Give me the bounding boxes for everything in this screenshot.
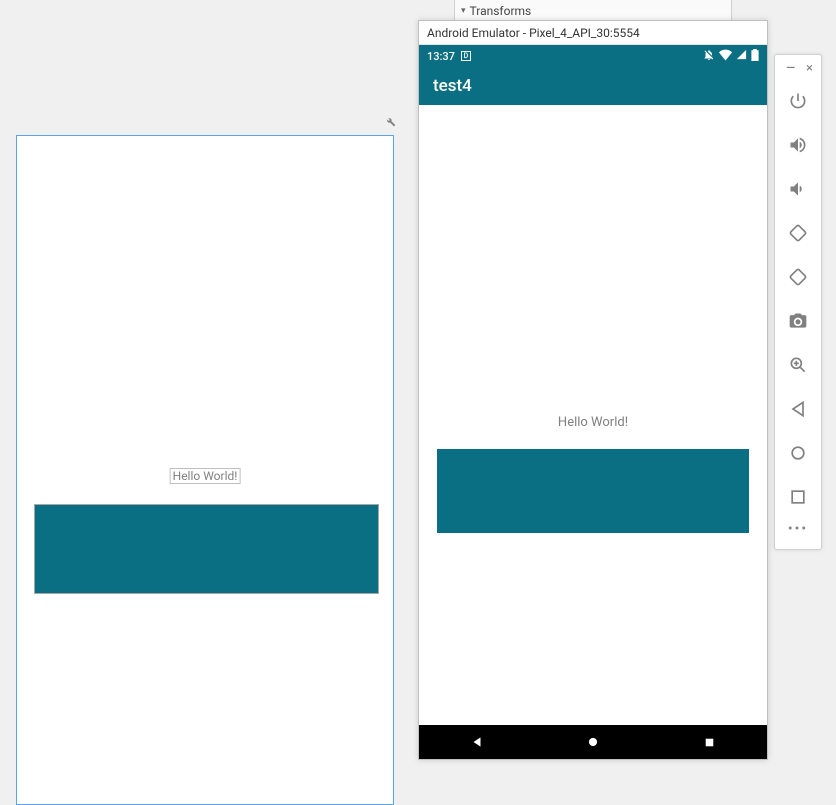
back-button[interactable] xyxy=(775,387,821,431)
nav-back-icon[interactable] xyxy=(469,734,485,750)
nav-home-icon[interactable] xyxy=(585,734,601,750)
volume-up-button[interactable] xyxy=(775,123,821,167)
more-button[interactable]: ••• xyxy=(775,519,821,539)
statusbar-time: 13:37 xyxy=(427,50,455,63)
hello-world-text: Hello World! xyxy=(419,415,767,430)
preview-textview[interactable]: Hello World! xyxy=(170,468,241,484)
teal-view[interactable] xyxy=(437,449,749,533)
emulator-toolbar: – × ••• xyxy=(774,54,822,550)
android-navbar xyxy=(419,725,767,759)
close-icon[interactable]: × xyxy=(806,61,813,76)
zoom-button[interactable] xyxy=(775,343,821,387)
transforms-label: Transforms xyxy=(470,4,532,18)
minimize-icon[interactable]: – xyxy=(786,64,797,72)
wrench-icon[interactable] xyxy=(384,115,396,131)
chevron-down-icon: ▾ xyxy=(461,6,466,16)
signal-icon xyxy=(736,49,747,63)
power-button[interactable] xyxy=(775,79,821,123)
battery-icon xyxy=(751,49,759,64)
rotate-left-button[interactable] xyxy=(775,211,821,255)
transforms-panel-header[interactable]: ▾ Transforms xyxy=(454,0,732,22)
preview-surface[interactable]: Hello World! xyxy=(16,135,394,805)
android-appbar: test4 xyxy=(419,67,767,105)
screenshot-button[interactable] xyxy=(775,299,821,343)
app-title: test4 xyxy=(433,76,472,96)
rotate-right-button[interactable] xyxy=(775,255,821,299)
emulator-window: Android Emulator - Pixel_4_API_30:5554 1… xyxy=(418,20,768,760)
android-statusbar: 13:37 D xyxy=(419,45,767,67)
debug-icon: D xyxy=(461,51,471,61)
android-content[interactable]: Hello World! xyxy=(419,105,767,725)
notifications-off-icon xyxy=(703,49,715,64)
wifi-icon xyxy=(719,48,732,64)
overview-button[interactable] xyxy=(775,475,821,519)
nav-recents-icon[interactable] xyxy=(701,734,717,750)
preview-teal-view[interactable] xyxy=(34,504,379,594)
volume-down-button[interactable] xyxy=(775,167,821,211)
design-preview: Hello World! xyxy=(0,55,410,779)
home-button[interactable] xyxy=(775,431,821,475)
emulator-titlebar[interactable]: Android Emulator - Pixel_4_API_30:5554 xyxy=(419,21,767,45)
emulator-device-screen[interactable]: 13:37 D test4 Hello Wor xyxy=(419,45,767,759)
emulator-title: Android Emulator - Pixel_4_API_30:5554 xyxy=(427,26,640,40)
